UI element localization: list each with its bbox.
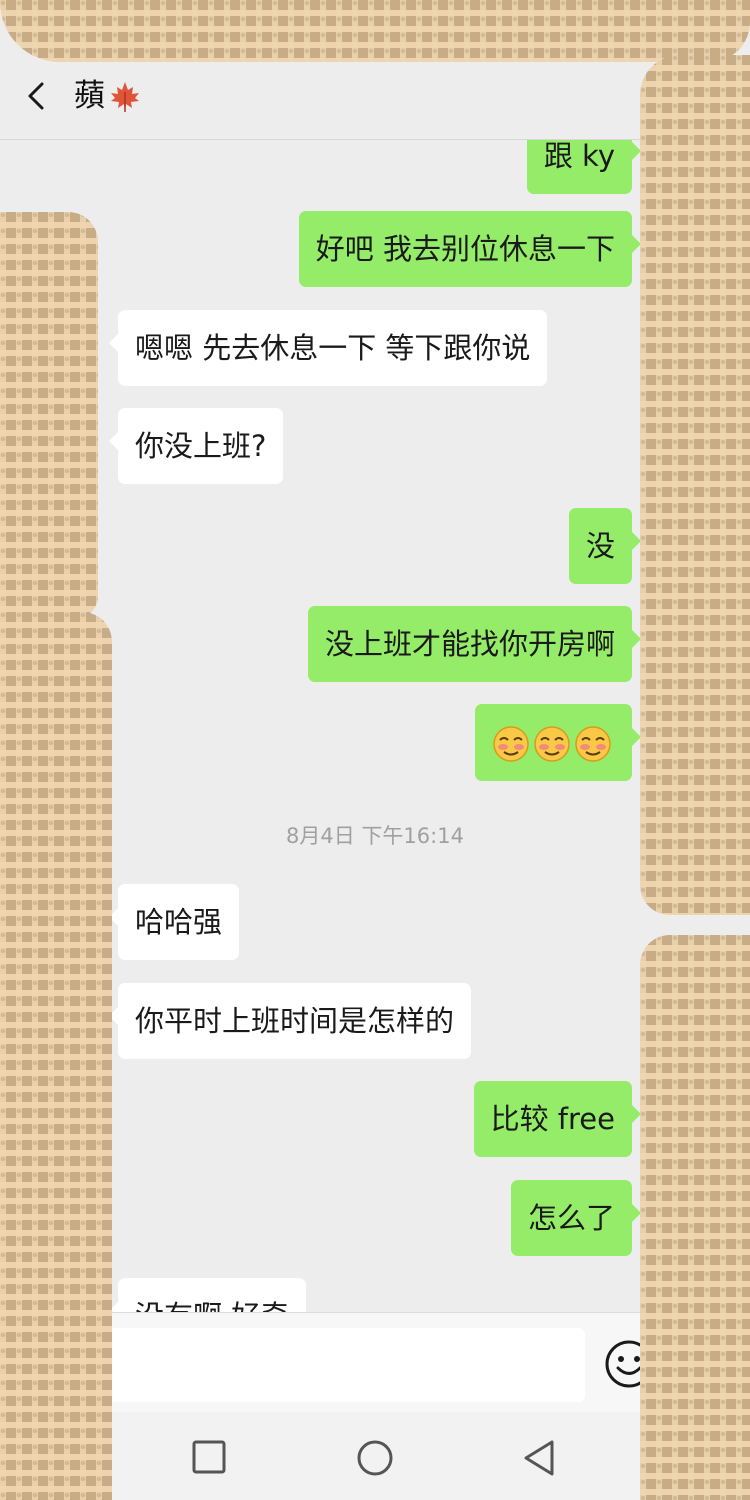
message-outgoing[interactable]: 好吧 我去别位休息一下 <box>298 211 632 287</box>
redaction-overlay-left-upper <box>0 212 98 617</box>
contact-name: 蘋 <box>74 78 105 114</box>
message-outgoing[interactable]: 没 <box>568 508 632 584</box>
maple-leaf-icon <box>107 78 143 114</box>
message-bubble: 哈哈强 <box>118 884 240 960</box>
redaction-overlay-right-lower <box>640 935 750 1500</box>
circle-icon[interactable] <box>355 1438 395 1478</box>
message-incoming[interactable]: 你平时上班时间是怎样的 <box>118 983 472 1059</box>
message-incoming[interactable]: 嗯嗯 先去休息一下 等下跟你说 <box>118 310 548 386</box>
message-incoming[interactable]: 没有啊 好奇 <box>118 1278 307 1312</box>
redaction-overlay-left-lower <box>0 612 112 1500</box>
square-icon[interactable] <box>190 1438 230 1478</box>
triangle-back-icon[interactable] <box>520 1438 560 1478</box>
message-bubble: 没有啊 好奇 <box>118 1278 307 1312</box>
message-bubble: 跟 ky <box>526 140 632 194</box>
message-outgoing[interactable]: 怎么了 <box>510 1180 632 1256</box>
message-bubble: 比较 free <box>473 1081 632 1157</box>
message-bubble: 嗯嗯 先去休息一下 等下跟你说 <box>118 310 548 386</box>
flushed-smile-icon <box>575 726 611 762</box>
message-outgoing[interactable]: 比较 free <box>473 1081 632 1157</box>
message-bubble: 好吧 我去别位休息一下 <box>298 211 632 287</box>
message-bubble: 怎么了 <box>510 1180 632 1256</box>
message-bubble: 没 <box>568 508 632 584</box>
composer-bar <box>0 1312 750 1412</box>
flushed-smile-icon <box>534 726 570 762</box>
message-timestamp: 8月4日 下午16:14 <box>286 824 464 848</box>
system-navigation-bar <box>0 1412 750 1500</box>
message-outgoing[interactable]: 没上班才能找你开房啊 <box>307 606 632 682</box>
chat-title[interactable]: 蘋 <box>74 74 143 118</box>
message-bubble: 没上班才能找你开房啊 <box>307 606 632 682</box>
message-incoming[interactable]: 哈哈强 <box>118 884 240 960</box>
redaction-overlay-top <box>0 0 750 62</box>
message-list[interactable]: 跟 ky 好吧 我去别位休息一下 嗯嗯 先去休息一下 等下跟你说 你没上班? 没… <box>0 140 750 1312</box>
chevron-left-icon[interactable] <box>22 78 52 114</box>
flushed-smile-icon <box>493 726 529 762</box>
message-outgoing[interactable]: 跟 ky <box>526 140 632 194</box>
message-outgoing[interactable] <box>475 704 632 781</box>
message-bubble: 你平时上班时间是怎样的 <box>118 983 472 1059</box>
message-incoming[interactable]: 你没上班? <box>118 408 284 484</box>
message-bubble: 你没上班? <box>118 408 284 484</box>
redaction-overlay-right-upper <box>640 55 750 915</box>
message-bubble <box>475 704 632 781</box>
